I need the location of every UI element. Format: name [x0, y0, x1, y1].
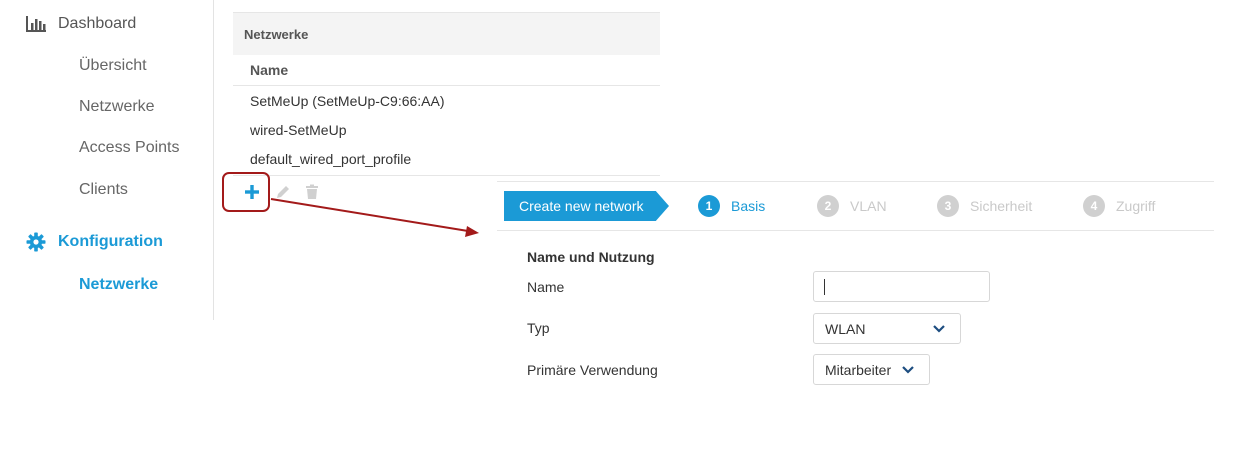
step-number: 1 [698, 195, 720, 217]
usage-label: Primäre Verwendung [527, 362, 658, 378]
step-number: 3 [937, 195, 959, 217]
create-network-wizard: Create new network 1 Basis 2 VLAN 3 Sich… [497, 181, 1214, 385]
step-label: Sicherheit [970, 198, 1033, 214]
section-title: Name und Nutzung [527, 249, 655, 265]
step-label: Zugriff [1116, 198, 1156, 214]
wizard-steps: Create new network 1 Basis 2 VLAN 3 Sich… [497, 181, 1214, 231]
chevron-down-icon [933, 325, 945, 333]
name-input[interactable] [813, 271, 990, 302]
step-zugriff[interactable]: 4 Zugriff [1083, 195, 1155, 217]
step-vlan[interactable]: 2 VLAN [817, 195, 887, 217]
create-network-tab: Create new network [504, 191, 669, 221]
step-number: 2 [817, 195, 839, 217]
chevron-down-icon [902, 366, 914, 374]
step-basis[interactable]: 1 Basis [698, 195, 765, 217]
step-label: Basis [731, 198, 766, 214]
text-caret [824, 279, 825, 295]
usage-select[interactable]: Mitarbeiter [813, 354, 930, 385]
usage-select-value: Mitarbeiter [825, 361, 892, 378]
step-label: VLAN [850, 198, 887, 214]
name-label: Name [527, 279, 565, 295]
type-select-value: WLAN [825, 320, 866, 337]
type-select[interactable]: WLAN [813, 313, 961, 344]
type-label: Typ [527, 320, 550, 336]
step-sicherheit[interactable]: 3 Sicherheit [937, 195, 1032, 217]
step-number: 4 [1083, 195, 1105, 217]
